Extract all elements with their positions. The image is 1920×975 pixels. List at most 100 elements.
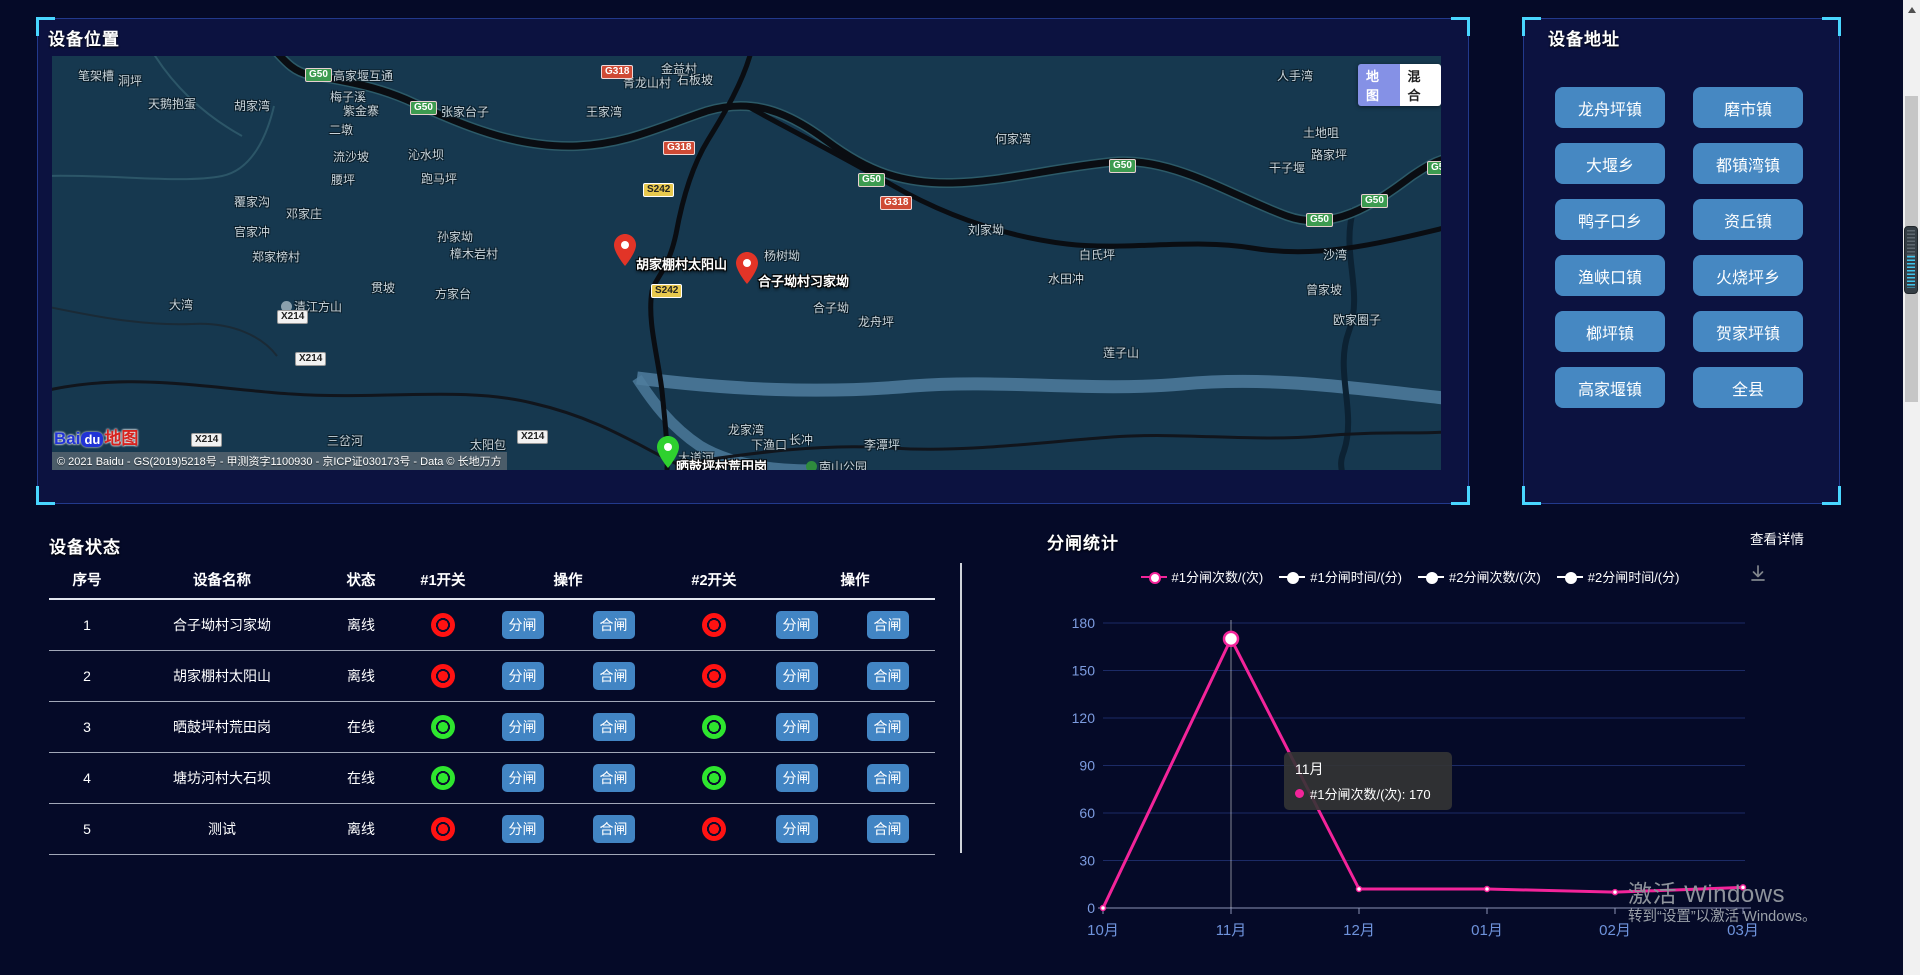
map-place-label: 人手湾 [1277, 67, 1313, 84]
view-details-link[interactable]: 查看详情 [1750, 528, 1804, 548]
map-place-label: 郑家榜村 [252, 248, 300, 265]
open-switch-button-2[interactable]: 分闸 [776, 815, 818, 843]
map-type-hybrid-button[interactable]: 混合 [1400, 64, 1442, 106]
road-badge: G50 [305, 68, 332, 82]
map-place-label: 覆家沟 [234, 193, 270, 210]
map-place-label: 石板坡 [677, 71, 713, 88]
close-switch-button-1[interactable]: 合闸 [593, 662, 635, 690]
road-badge: G50 [858, 173, 885, 187]
legend-item-1[interactable]: #1分闸次数/(次) [1141, 567, 1264, 586]
table-scrollbar[interactable] [960, 563, 962, 853]
switch1-indicator-green [431, 715, 455, 739]
open-switch-button-1[interactable]: 分闸 [502, 815, 544, 843]
download-icon[interactable] [1748, 563, 1768, 588]
close-switch-button-2[interactable]: 合闸 [867, 815, 909, 843]
map-place-label: 长冲 [789, 431, 813, 448]
dashboard: 设备位置 [0, 0, 1920, 975]
map-place-label: 大湾 [169, 296, 193, 313]
map-place-label: 欧家圈子 [1333, 311, 1381, 328]
address-button-8[interactable]: 火烧坪乡 [1693, 255, 1803, 296]
legend-marker [1418, 572, 1444, 582]
open-switch-button-2[interactable]: 分闸 [776, 662, 818, 690]
column-header: 操作 [775, 569, 935, 590]
close-switch-button-2[interactable]: 合闸 [867, 764, 909, 792]
address-button-6[interactable]: 资丘镇 [1693, 199, 1803, 240]
map-place-label: 官家冲 [234, 223, 270, 240]
svg-text:30: 30 [1079, 853, 1095, 869]
map-type-map-button[interactable]: 地图 [1358, 64, 1400, 106]
open-switch-button-1[interactable]: 分闸 [502, 713, 544, 741]
close-switch-button-2[interactable]: 合闸 [867, 713, 909, 741]
baidu-map-canvas[interactable]: 笔架槽洞坪高家堰互通梅子溪天鹅抱蛋胡家湾紫金寨张家台子二墩流沙坡沁水坝腰坪跑马坪… [52, 56, 1441, 470]
row-index: 1 [49, 617, 125, 633]
map-place-label: 沙湾 [1323, 246, 1347, 263]
map-place-label: 二墩 [329, 121, 353, 138]
map-place-label: 干子堰 [1269, 159, 1305, 176]
map-place-label: 下渔口 [751, 436, 787, 453]
device-status-table: 序号设备名称状态#1开关操作#2开关操作 1合子坳村习家坳离线分闸合闸分闸合闸2… [49, 560, 935, 855]
map-place-label: 白氏坪 [1079, 246, 1115, 263]
open-switch-button-1[interactable]: 分闸 [502, 764, 544, 792]
svg-text:0: 0 [1087, 900, 1095, 916]
address-button-12[interactable]: 全县 [1693, 367, 1803, 408]
close-switch-button-1[interactable]: 合闸 [593, 713, 635, 741]
map-place-label: 跑马坪 [421, 170, 457, 187]
svg-text:11月: 11月 [1216, 922, 1247, 939]
close-switch-button-2[interactable]: 合闸 [867, 662, 909, 690]
road-badge: G318 [601, 65, 633, 79]
address-button-9[interactable]: 榔坪镇 [1555, 311, 1665, 352]
legend-marker [1279, 572, 1305, 582]
page-title-stats: 分闸统计 [1047, 529, 1119, 554]
corner-decoration [1522, 17, 1541, 36]
address-button-4[interactable]: 都镇湾镇 [1693, 143, 1803, 184]
map-place-label: 流沙坡 [333, 148, 369, 165]
legend-item-2[interactable]: #1分闸时间/(分) [1279, 567, 1402, 586]
open-switch-button-1[interactable]: 分闸 [502, 611, 544, 639]
legend-item-3[interactable]: #2分闸次数/(次) [1418, 567, 1541, 586]
road-badge: X214 [295, 352, 326, 366]
close-switch-button-1[interactable]: 合闸 [593, 611, 635, 639]
legend-item-4[interactable]: #2分闸时间/(分) [1557, 567, 1680, 586]
scrollbar-up-arrow[interactable] [1908, 7, 1916, 13]
address-button-10[interactable]: 贺家坪镇 [1693, 311, 1803, 352]
map-pin-red[interactable] [736, 252, 758, 284]
address-button-7[interactable]: 渔峡口镇 [1555, 255, 1665, 296]
address-button-11[interactable]: 高家堰镇 [1555, 367, 1665, 408]
address-button-3[interactable]: 大堰乡 [1555, 143, 1665, 184]
map-pin-red[interactable] [614, 234, 636, 266]
device-name: 胡家棚村太阳山 [125, 666, 319, 686]
custom-scrollbar-thumb[interactable] [1904, 226, 1918, 294]
column-header: #1开关 [403, 569, 483, 590]
map-type-control: 地图 混合 [1358, 64, 1441, 106]
open-switch-button-2[interactable]: 分闸 [776, 764, 818, 792]
map-place-label: 南山公园 [806, 458, 867, 470]
map-place-label: 腰坪 [331, 171, 355, 188]
address-button-5[interactable]: 鸭子口乡 [1555, 199, 1665, 240]
close-switch-button-1[interactable]: 合闸 [593, 764, 635, 792]
address-button-1[interactable]: 龙舟坪镇 [1555, 87, 1665, 128]
road-badge: G50 [1361, 194, 1388, 208]
map-place-label: 王家湾 [586, 103, 622, 120]
device-status: 在线 [319, 717, 403, 737]
device-name: 测试 [125, 819, 319, 839]
svg-text:60: 60 [1079, 805, 1095, 821]
close-switch-button-1[interactable]: 合闸 [593, 815, 635, 843]
device-status: 离线 [319, 615, 403, 635]
open-switch-button-2[interactable]: 分闸 [776, 611, 818, 639]
legend-label: #2分闸次数/(次) [1449, 567, 1541, 586]
open-switch-button-1[interactable]: 分闸 [502, 662, 544, 690]
column-header: 设备名称 [125, 569, 319, 590]
switch1-indicator-red [431, 613, 455, 637]
open-switch-button-2[interactable]: 分闸 [776, 713, 818, 741]
row-index: 5 [49, 821, 125, 837]
baidu-logo: Baidu地图 [54, 424, 138, 449]
page-title-device-address: 设备地址 [1548, 25, 1620, 50]
table-row: 1合子坳村习家坳离线分闸合闸分闸合闸 [49, 600, 935, 651]
map-place-label: 张家台子 [441, 103, 489, 120]
map-place-label: 高家堰互通 [333, 67, 393, 84]
address-button-2[interactable]: 磨市镇 [1693, 87, 1803, 128]
device-address-panel: 设备地址 龙舟坪镇磨市镇大堰乡都镇湾镇鸭子口乡资丘镇渔峡口镇火烧坪乡榔坪镇贺家坪… [1523, 18, 1840, 504]
table-row: 5测试离线分闸合闸分闸合闸 [49, 804, 935, 855]
map-pin-label: 胡家棚村太阳山 [636, 254, 727, 273]
close-switch-button-2[interactable]: 合闸 [867, 611, 909, 639]
